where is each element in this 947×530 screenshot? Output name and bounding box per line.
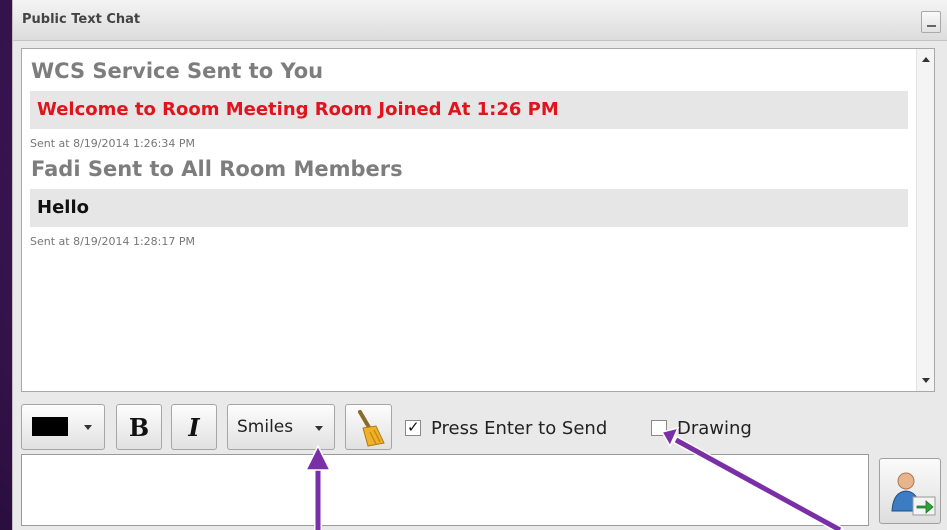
smiles-pointer-arrow bbox=[304, 444, 332, 530]
annotation-arrows bbox=[304, 426, 844, 530]
drawing-pointer-arrow bbox=[660, 426, 844, 530]
